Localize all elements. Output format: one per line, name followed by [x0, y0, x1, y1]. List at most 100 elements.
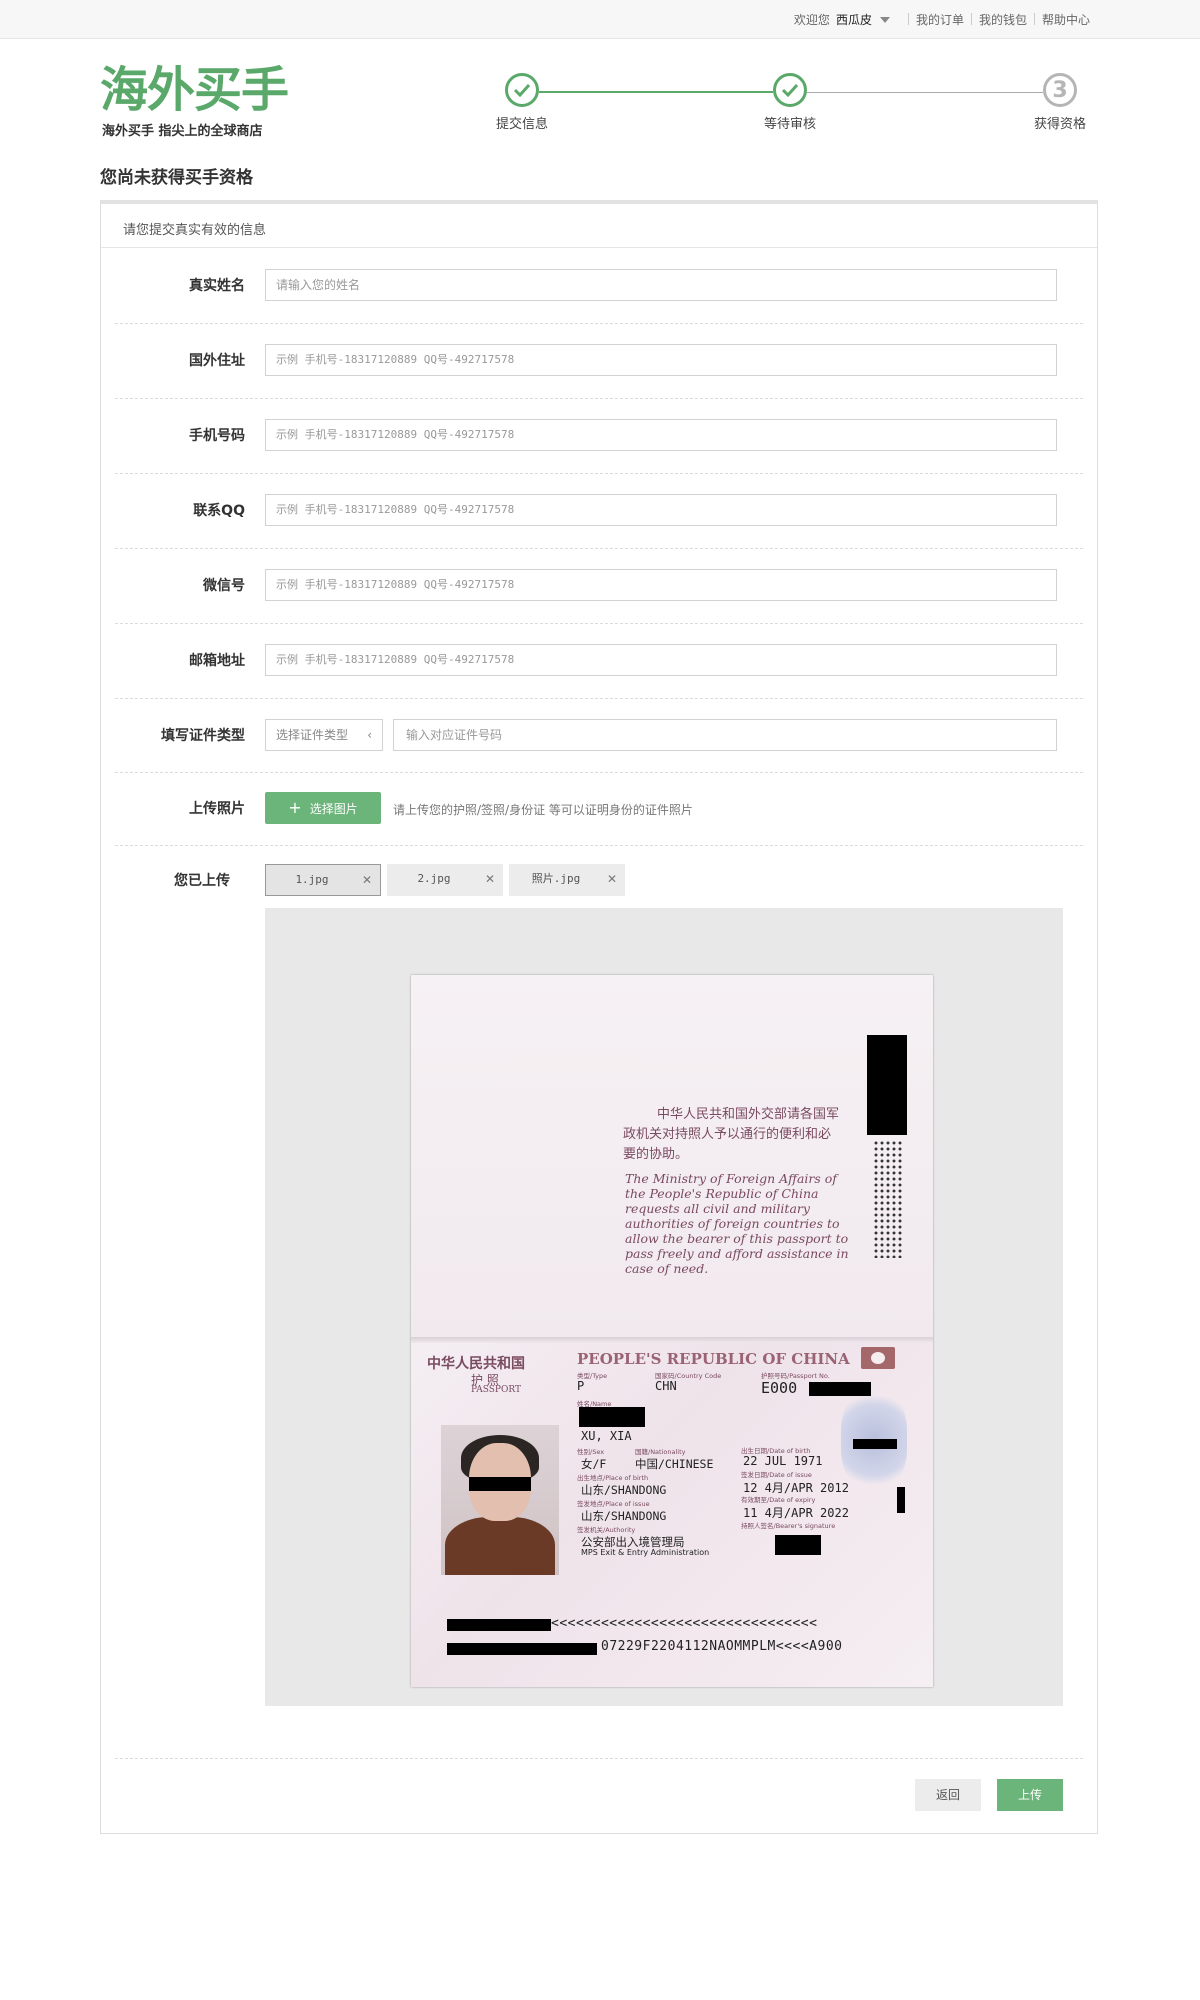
field-label: 邮箱地址 [189, 653, 245, 669]
passport-field-label: 持照人签名/Bearer's signature [741, 1522, 836, 1530]
id-type-select[interactable]: 选择证件类型 ‹ [265, 719, 383, 751]
passport-en-request-line: requests all civil and military [625, 1201, 810, 1216]
welcome-text: 欢迎您 [793, 12, 830, 27]
qq-input[interactable]: 示例 手机号-18317120889 QQ号-492717578 [265, 494, 1057, 526]
username[interactable]: 西瓜皮 [836, 11, 872, 28]
upload-button[interactable]: 上传 [997, 1779, 1063, 1811]
passport-image: 中华人民共和国外交部请各国军 政机关对持照人予以通行的便利和必 要的协助。 Th… [411, 975, 933, 1687]
passport-emblem [861, 1347, 895, 1369]
field-label: 上传照片 [189, 801, 245, 817]
close-icon[interactable]: ✕ [607, 864, 617, 894]
passport-field-label: 出生地点/Place of birth [577, 1474, 649, 1482]
choose-image-label: 选择图片 [309, 801, 358, 816]
step-label: 等待审核 [763, 117, 817, 132]
file-name: 1.jpg [295, 873, 329, 886]
form-row-wechat: 微信号 示例 手机号-18317120889 QQ号-492717578 [115, 548, 1083, 624]
file-tab[interactable]: 照片.jpg ✕ [509, 864, 625, 896]
upload-hint: 请上传您的护照/签照/身份证 等可以证明身份的证件照片 [393, 803, 693, 817]
close-icon[interactable]: ✕ [362, 865, 372, 895]
help-center-link[interactable]: 帮助中心 [1035, 11, 1097, 28]
user-dropdown-icon[interactable] [879, 17, 890, 23]
form-row-email: 邮箱地址 示例 手机号-18317120889 QQ号-492717578 [115, 623, 1083, 699]
passport-dob: 22 JUL 1971 [743, 1454, 823, 1468]
file-name: 2.jpg [417, 872, 451, 885]
chevron-left-icon: ‹ [367, 728, 372, 742]
file-tab[interactable]: 2.jpg ✕ [387, 864, 503, 896]
form-row-photo: 上传照片 + 选择图片 请上传您的护照/签照/身份证 等可以证明身份的证件照片 [115, 772, 1083, 846]
panel-header: 请您提交真实有效的信息 [101, 204, 1097, 248]
form-row-real-name: 真实姓名 请输入您的姓名 [115, 248, 1083, 324]
address-input[interactable]: 示例 手机号-18317120889 QQ号-492717578 [265, 344, 1057, 376]
panel-heading: 请您提交真实有效的信息 [123, 223, 267, 238]
passport-cn-request-line: 要的协助。 [623, 1147, 689, 1162]
passport-field-label: 国籍/Nationality [635, 1448, 686, 1456]
field-label: 真实姓名 [189, 278, 245, 294]
progress-steps: 提交信息 等待审核 3 获得资格 [496, 73, 1100, 143]
passport-sex: 女/F [581, 1457, 607, 1471]
field-label: 微信号 [203, 578, 245, 594]
qualification-form-panel: 请您提交真实有效的信息 真实姓名 请输入您的姓名 国外住址 示例 手机号-183… [100, 200, 1098, 1834]
passport-en-request-line: authorities of foreign countries to [625, 1216, 840, 1231]
step-label: 获得资格 [1033, 117, 1087, 132]
logo-title: 海外买手 [100, 62, 289, 118]
page-title: 您尚未获得买手资格 [100, 168, 253, 188]
id-type-select-value: 选择证件类型 [276, 728, 349, 742]
passport-mrz-line: <<<<<<<<<<<<<<<<<<<<<<<<<<<<<<<< [551, 1616, 818, 1631]
passport-country-cn: 中华人民共和国 [427, 1356, 525, 1372]
choose-image-button[interactable]: + 选择图片 [265, 792, 381, 824]
passport-field-label: 签发地点/Place of issue [577, 1500, 650, 1508]
top-bar: 欢迎您 西瓜皮 我的订单 我的钱包 帮助中心 [0, 0, 1200, 39]
redaction-bar [469, 1477, 531, 1491]
step-connector [807, 92, 1043, 93]
passport-number: E000 [761, 1379, 798, 1397]
redaction-bar [447, 1643, 597, 1655]
redaction-bar [897, 1487, 905, 1513]
file-tab[interactable]: 1.jpg ✕ [265, 864, 381, 896]
passport-nationality: 中国/CHINESE [635, 1457, 714, 1471]
passport-field-label: 性别/Sex [577, 1448, 605, 1456]
step-label: 提交信息 [495, 117, 549, 132]
wechat-input[interactable]: 示例 手机号-18317120889 QQ号-492717578 [265, 569, 1057, 601]
photo-sweater [445, 1517, 555, 1575]
field-label: 国外住址 [189, 353, 245, 369]
file-name: 照片.jpg [531, 872, 581, 885]
form-row-qq: 联系QQ 示例 手机号-18317120889 QQ号-492717578 [115, 473, 1083, 549]
real-name-input[interactable]: 请输入您的姓名 [265, 269, 1057, 301]
redaction-bar [853, 1439, 897, 1449]
image-preview: 中华人民共和国外交部请各国军 政机关对持照人予以通行的便利和必 要的协助。 Th… [265, 908, 1063, 1706]
redaction-bar [579, 1407, 645, 1427]
passport-en-request-line: pass freely and afford assistance in [625, 1246, 849, 1261]
passport-country-code: CHN [655, 1379, 677, 1393]
email-input[interactable]: 示例 手机号-18317120889 QQ号-492717578 [265, 644, 1057, 676]
user-nav: 欢迎您 西瓜皮 我的订单 我的钱包 帮助中心 [794, 0, 1097, 38]
close-icon[interactable]: ✕ [485, 864, 495, 894]
redaction-bar [447, 1619, 551, 1631]
form-row-id-type: 填写证件类型 选择证件类型 ‹ 输入对应证件号码 [115, 698, 1083, 773]
field-label: 手机号码 [189, 428, 245, 444]
field-label: 联系QQ [193, 503, 245, 519]
id-number-input[interactable]: 输入对应证件号码 [393, 719, 1057, 751]
step-number: 3 [1043, 73, 1077, 107]
passport-en-request-line: The Ministry of Foreign Affairs of [625, 1171, 837, 1186]
form-row-phone: 手机号码 示例 手机号-18317120889 QQ号-492717578 [115, 398, 1083, 474]
passport-expiry: 11 4月/APR 2022 [743, 1506, 849, 1520]
passport-type: P [577, 1379, 585, 1393]
plus-icon: + [288, 798, 302, 817]
passport-authority-en: MPS Exit & Entry Administration [581, 1548, 710, 1557]
redaction-bar [775, 1535, 821, 1555]
logo-slogan: 海外买手 指尖上的全球商店 [102, 124, 263, 139]
perforation-number [873, 1140, 903, 1258]
my-wallet-link[interactable]: 我的钱包 [972, 11, 1034, 28]
passport-cn-request-line: 政机关对持照人予以通行的便利和必 [623, 1127, 832, 1142]
passport-poi: 山东/SHANDONG [581, 1509, 667, 1523]
passport-mrz-line: 07229F2204112NAOMMPLM<<<<A900 [601, 1639, 843, 1654]
passport-en-request-line: allow the bearer of this passport to [625, 1231, 849, 1246]
site-logo[interactable]: 海外买手 海外买手 指尖上的全球商店 [100, 62, 305, 142]
passport-field-label: 签发日期/Date of issue [741, 1471, 812, 1479]
step-connector [539, 91, 773, 93]
back-button[interactable]: 返回 [915, 1779, 981, 1811]
phone-input[interactable]: 示例 手机号-18317120889 QQ号-492717578 [265, 419, 1057, 451]
field-label: 填写证件类型 [161, 728, 245, 744]
my-orders-link[interactable]: 我的订单 [909, 11, 971, 28]
passport-title-en: PASSPORT [471, 1385, 521, 1395]
